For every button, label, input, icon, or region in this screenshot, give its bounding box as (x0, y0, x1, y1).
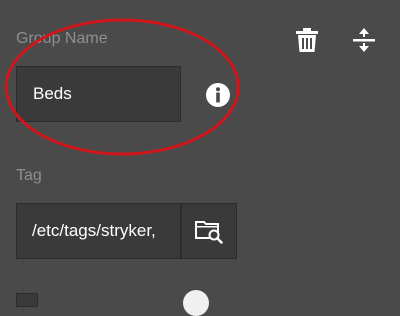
tag-input[interactable]: /etc/tags/stryker, (16, 203, 181, 259)
tag-browse-button[interactable] (181, 203, 237, 259)
group-name-input[interactable]: Beds (16, 66, 181, 122)
group-name-label: Group Name (16, 30, 108, 47)
info-icon[interactable] (204, 81, 232, 109)
tag-label: Tag (16, 167, 42, 184)
expand-collapse-icon[interactable] (352, 26, 376, 54)
folder-search-icon (195, 221, 223, 244)
partial-field (16, 293, 38, 307)
partial-icon (183, 290, 209, 316)
trash-icon[interactable] (295, 26, 319, 54)
